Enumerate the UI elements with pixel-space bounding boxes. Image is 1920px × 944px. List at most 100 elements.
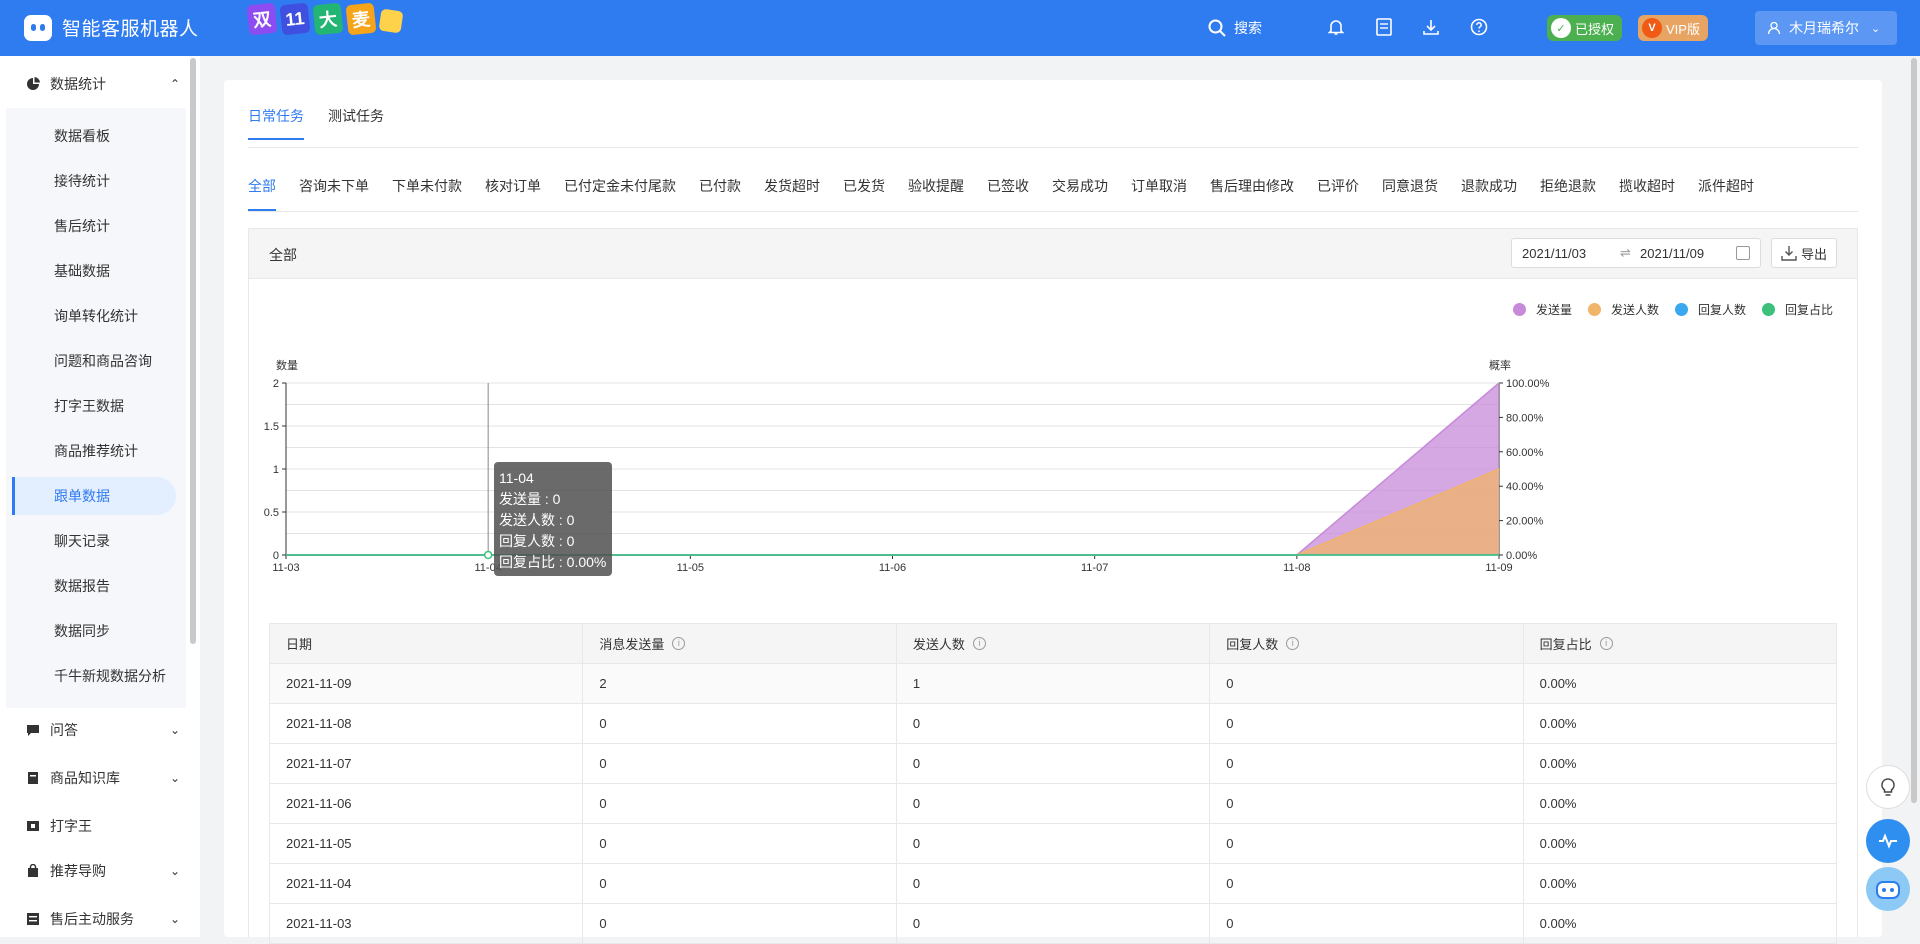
table-cell: 2021-11-08 <box>270 704 584 744</box>
sidebar-item-sync[interactable]: 数据同步 <box>12 612 176 650</box>
sidebar-group-guide[interactable]: 推荐导购 ⌄ <box>0 851 186 891</box>
sidebar-item-label: 数据同步 <box>54 623 110 639</box>
sidebar: 数据统计 ⌃ 数据看板 接待统计 售后统计 基础数据 询单转化统计 问题和商品咨… <box>0 56 200 937</box>
search-button[interactable]: 搜索 <box>1208 0 1262 56</box>
date-to[interactable]: 2021/11/09 <box>1640 246 1704 261</box>
activity-monitor-icon[interactable] <box>1866 819 1910 863</box>
x-tick-label: 11-08 <box>1283 562 1310 574</box>
pie-chart-icon <box>27 77 40 90</box>
tab-status[interactable]: 下单未付款 <box>392 176 462 211</box>
sidebar-group-label: 商品知识库 <box>50 770 120 786</box>
table-cell: 0 <box>1210 784 1524 824</box>
tab-status[interactable]: 已发货 <box>843 176 885 211</box>
table-cell: 0.00% <box>1523 744 1838 784</box>
date-range-picker[interactable]: 2021/11/03 ⇌ 2021/11/09 <box>1511 238 1761 268</box>
date-from[interactable]: 2021/11/03 <box>1522 246 1586 261</box>
tab-status[interactable]: 已付款 <box>699 176 741 211</box>
robot-assistant-icon[interactable] <box>1866 867 1910 911</box>
tab-status[interactable]: 派件超时 <box>1698 176 1754 211</box>
sidebar-item-reception[interactable]: 接待统计 <box>12 162 176 200</box>
y2-axis-title: 概率 <box>1489 358 1511 372</box>
banner-char: 麦 <box>345 2 377 36</box>
sidebar-item-typing-king[interactable]: 打字王数据 <box>12 387 176 425</box>
sidebar-group-stats[interactable]: 数据统计 ⌃ <box>0 64 186 104</box>
sidebar-item-label: 商品推荐统计 <box>54 443 138 459</box>
table-cell: 0 <box>583 704 897 744</box>
y2-tick-label: 80.00% <box>1506 412 1544 424</box>
tab-test-task[interactable]: 测试任务 <box>328 106 384 140</box>
help-icon[interactable] <box>1468 16 1490 38</box>
legend-label: 发送人数 <box>1610 303 1659 317</box>
header-label: 回复人数 <box>1226 637 1279 652</box>
sidebar-item-qianniu[interactable]: 千牛新规数据分析 <box>12 657 176 695</box>
info-icon[interactable]: i <box>672 637 686 650</box>
legend-swatch <box>1674 303 1688 316</box>
top-bar: 智能客服机器人 双 11 大 麦 搜索 ✓ 已授权 V VIP版 木月瑞希尔 ⌄ <box>0 0 1920 56</box>
hover-point <box>483 550 493 560</box>
sidebar-item-inquiry-conversion[interactable]: 询单转化统计 <box>12 297 176 335</box>
table-cell: 0.00% <box>1523 904 1838 944</box>
export-button[interactable]: 导出 <box>1771 238 1837 268</box>
download-icon[interactable] <box>1420 16 1442 38</box>
legend-item[interactable]: 回复人数 <box>1674 301 1746 318</box>
table-cell: 2021-11-04 <box>270 864 584 904</box>
x-tick-label: 11-03 <box>272 562 299 574</box>
tab-status[interactable]: 咨询未下单 <box>299 176 369 211</box>
chart-tooltip: 11-04 发送量 : 0 发送人数 : 0 回复人数 : 0 回复占比 : 0… <box>494 462 612 576</box>
sidebar-item-aftersale[interactable]: 售后统计 <box>12 207 176 245</box>
sidebar-item-follow-up[interactable]: 跟单数据 <box>12 477 176 515</box>
banner-char: 11 <box>279 2 311 36</box>
tab-status[interactable]: 核对订单 <box>485 176 541 211</box>
page-scrollbar[interactable] <box>1911 58 1917 803</box>
tab-status[interactable]: 拒绝退款 <box>1540 176 1596 211</box>
legend-item[interactable]: 发送量 <box>1512 301 1572 318</box>
authorized-badge[interactable]: ✓ 已授权 <box>1547 15 1623 41</box>
sidebar-group-qa[interactable]: 问答 ⌄ <box>0 710 186 750</box>
tab-status[interactable]: 验收提醒 <box>908 176 964 211</box>
tab-status[interactable]: 售后理由修改 <box>1210 176 1294 211</box>
vip-badge[interactable]: V VIP版 <box>1638 15 1708 41</box>
lightbulb-icon[interactable] <box>1866 765 1910 809</box>
info-icon[interactable]: i <box>972 637 986 650</box>
y2-tick-label: 100.00% <box>1506 378 1550 390</box>
legend-item[interactable]: 发送人数 <box>1587 301 1659 318</box>
tab-daily-task[interactable]: 日常任务 <box>248 106 304 140</box>
sidebar-item-product-consult[interactable]: 问题和商品咨询 <box>12 342 176 380</box>
sidebar-item-basic-data[interactable]: 基础数据 <box>12 252 176 290</box>
tab-status[interactable]: 已评价 <box>1317 176 1359 211</box>
document-icon[interactable] <box>1373 16 1395 38</box>
download-icon <box>1781 246 1797 261</box>
legend-item[interactable]: 回复占比 <box>1761 301 1833 318</box>
tab-status[interactable]: 退款成功 <box>1461 176 1517 211</box>
tab-status[interactable]: 已付定金未付尾款 <box>564 176 676 211</box>
sidebar-item-dashboard[interactable]: 数据看板 <box>12 117 176 155</box>
info-icon[interactable]: i <box>1286 637 1300 650</box>
tab-status[interactable]: 揽收超时 <box>1619 176 1675 211</box>
table-cell: 0 <box>1210 904 1524 944</box>
header-label: 消息发送量 <box>599 637 665 652</box>
user-name: 木月瑞希尔 <box>1789 20 1859 36</box>
bell-icon[interactable] <box>1325 16 1347 38</box>
sidebar-group-typing[interactable]: 打字王 <box>0 806 186 846</box>
promo-banner[interactable]: 双 11 大 麦 <box>246 2 404 36</box>
app-logo[interactable]: 智能客服机器人 <box>24 14 199 41</box>
sidebar-item-chat-log[interactable]: 聊天记录 <box>12 522 176 560</box>
sidebar-group-knowledge[interactable]: 商品知识库 ⌄ <box>0 758 186 798</box>
tab-status[interactable]: 已签收 <box>987 176 1029 211</box>
tab-status[interactable]: 订单取消 <box>1131 176 1187 211</box>
tab-status[interactable]: 发货超时 <box>764 176 820 211</box>
table-cell: 0 <box>1210 704 1524 744</box>
user-menu[interactable]: 木月瑞希尔 ⌄ <box>1755 11 1897 45</box>
sidebar-group-after-service[interactable]: 售后主动服务 ⌄ <box>0 899 186 939</box>
tab-status[interactable]: 交易成功 <box>1052 176 1108 211</box>
robot-logo-icon <box>24 14 52 41</box>
table-cell: 2 <box>583 664 897 704</box>
tab-status[interactable]: 全部 <box>248 176 276 211</box>
sidebar-item-report[interactable]: 数据报告 <box>12 567 176 605</box>
sidebar-scrollbar[interactable] <box>190 58 196 644</box>
y-tick-label: 1 <box>273 464 279 476</box>
sidebar-item-recommend-stats[interactable]: 商品推荐统计 <box>12 432 176 470</box>
tab-status[interactable]: 同意退货 <box>1382 176 1438 211</box>
sidebar-item-label: 基础数据 <box>54 263 110 279</box>
info-icon[interactable]: i <box>1599 637 1613 650</box>
